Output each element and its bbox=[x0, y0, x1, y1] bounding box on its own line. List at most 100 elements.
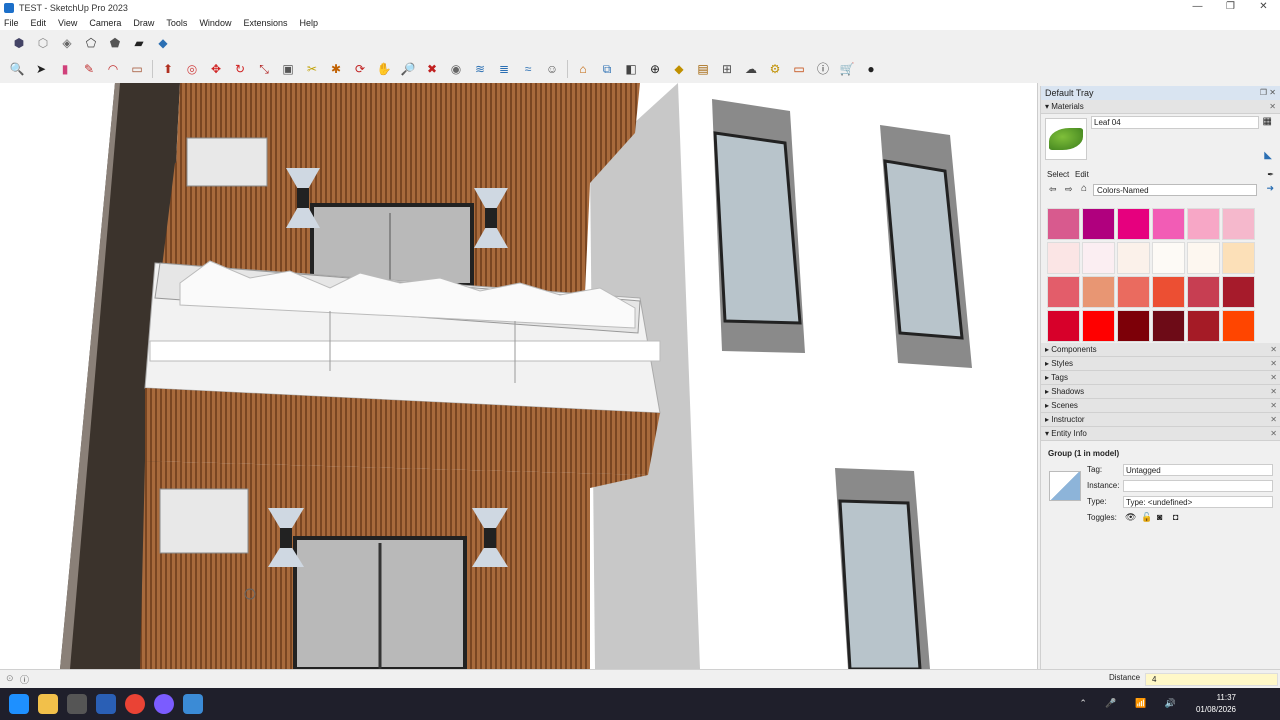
look-around-icon[interactable]: ≈ bbox=[519, 60, 537, 78]
left-view-icon[interactable]: ◆ bbox=[154, 34, 172, 52]
cast-shadow-toggle-icon[interactable]: ◙ bbox=[1157, 512, 1162, 522]
visibility-toggle-icon[interactable]: 👁 bbox=[1125, 512, 1136, 523]
app-icon[interactable] bbox=[67, 694, 87, 714]
tag-dropdown[interactable]: Untagged bbox=[1123, 464, 1273, 476]
right-view-icon[interactable]: ⬟ bbox=[106, 34, 124, 52]
create-material-icon[interactable]: ▦ bbox=[1263, 116, 1272, 127]
panel-shadows[interactable]: ▸ Shadows ✕ bbox=[1041, 385, 1280, 399]
material-swatch[interactable] bbox=[1222, 276, 1255, 308]
minimize-button[interactable]: — bbox=[1181, 0, 1214, 15]
material-swatch[interactable] bbox=[1187, 310, 1220, 342]
sandbox-icon[interactable]: ⊕ bbox=[646, 60, 664, 78]
material-swatch[interactable] bbox=[1222, 310, 1255, 342]
measurement-box[interactable]: 4 bbox=[1145, 673, 1278, 686]
menu-view[interactable]: View bbox=[58, 18, 77, 28]
panel-tags[interactable]: ▸ Tags ✕ bbox=[1041, 371, 1280, 385]
type-dropdown[interactable]: Type: <undefined> bbox=[1123, 496, 1273, 508]
panel-styles[interactable]: ▸ Styles ✕ bbox=[1041, 357, 1280, 371]
messenger-icon[interactable] bbox=[154, 694, 174, 714]
eraser-icon[interactable]: ▮ bbox=[56, 60, 74, 78]
material-swatch[interactable] bbox=[1082, 208, 1115, 240]
collection-dropdown[interactable]: Colors-Named bbox=[1093, 184, 1257, 196]
material-swatch[interactable] bbox=[1117, 310, 1150, 342]
account-icon[interactable]: ● bbox=[862, 60, 880, 78]
material-swatch[interactable] bbox=[1117, 276, 1150, 308]
material-name-field[interactable]: Leaf 04 bbox=[1091, 116, 1259, 129]
model-viewport[interactable] bbox=[0, 83, 1038, 669]
material-swatch[interactable] bbox=[1117, 208, 1150, 240]
section-plane-icon[interactable]: ✖ bbox=[423, 60, 441, 78]
extension-icon[interactable]: ⧉ bbox=[598, 60, 616, 78]
offset-icon[interactable]: ◎ bbox=[183, 60, 201, 78]
pencil-icon[interactable]: ✎ bbox=[80, 60, 98, 78]
forward-arrow-icon[interactable]: ⇨ bbox=[1065, 184, 1073, 195]
follow-me-icon[interactable]: ▣ bbox=[279, 60, 297, 78]
components-icon[interactable]: ☺ bbox=[543, 60, 561, 78]
menu-help[interactable]: Help bbox=[299, 18, 318, 28]
menu-extensions[interactable]: Extensions bbox=[243, 18, 287, 28]
zoom-icon[interactable]: 🔍 bbox=[8, 60, 26, 78]
rectangle-icon[interactable]: ▭ bbox=[128, 60, 146, 78]
material-swatch[interactable] bbox=[1152, 310, 1185, 342]
push-pull-icon[interactable]: ⬆ bbox=[159, 60, 177, 78]
cube-icon[interactable]: ⬢ bbox=[10, 34, 28, 52]
panel-entity-info-header[interactable]: ▾ Entity Info ✕ bbox=[1041, 427, 1280, 441]
menu-file[interactable]: File bbox=[4, 18, 19, 28]
warehouse-icon[interactable]: ⌂ bbox=[574, 60, 592, 78]
sketchup-active-icon[interactable] bbox=[183, 694, 203, 714]
material-swatch[interactable] bbox=[1047, 208, 1080, 240]
system-clock[interactable]: 11:37 01/08/2026 bbox=[1196, 692, 1236, 716]
walk-icon[interactable]: ≣ bbox=[495, 60, 513, 78]
geo-location-icon[interactable]: ⊙ bbox=[6, 673, 14, 684]
arc-icon[interactable]: ◠ bbox=[104, 60, 122, 78]
tab-edit[interactable]: Edit bbox=[1075, 170, 1089, 179]
cart-icon[interactable]: ⊞ bbox=[718, 60, 736, 78]
receive-shadow-toggle-icon[interactable]: ◘ bbox=[1173, 512, 1178, 522]
back-arrow-icon[interactable]: ⇦ bbox=[1049, 184, 1057, 195]
layout-icon[interactable]: ▭ bbox=[790, 60, 808, 78]
materials-panel-header[interactable]: ▾ Materials ✕ bbox=[1041, 100, 1280, 114]
close-button[interactable]: ✕ bbox=[1247, 0, 1280, 15]
zoom-extents-icon[interactable]: 🔎 bbox=[399, 60, 417, 78]
rotate-icon[interactable]: ↻ bbox=[231, 60, 249, 78]
solid-tools-icon[interactable]: ◧ bbox=[622, 60, 640, 78]
dynamic-icon[interactable]: ◆ bbox=[670, 60, 688, 78]
select-icon[interactable]: ➤ bbox=[32, 60, 50, 78]
file-explorer-icon[interactable] bbox=[38, 694, 58, 714]
scale-icon[interactable]: ⤡ bbox=[255, 60, 273, 78]
material-swatch[interactable] bbox=[1047, 276, 1080, 308]
info-status-icon[interactable]: ⓘ bbox=[20, 673, 29, 686]
menu-camera[interactable]: Camera bbox=[89, 18, 121, 28]
user-icon[interactable]: ☁ bbox=[742, 60, 760, 78]
axes-icon[interactable]: ◉ bbox=[447, 60, 465, 78]
sketchup-taskbar-icon[interactable] bbox=[96, 694, 116, 714]
material-swatch[interactable] bbox=[1082, 242, 1115, 274]
cart-store-icon[interactable]: 🛒 bbox=[838, 60, 856, 78]
tab-select[interactable]: Select bbox=[1047, 170, 1069, 179]
material-swatch[interactable] bbox=[1047, 310, 1080, 342]
position-camera-icon[interactable]: ≋ bbox=[471, 60, 489, 78]
orbit-icon[interactable]: ⟳ bbox=[351, 60, 369, 78]
material-swatch[interactable] bbox=[1152, 276, 1185, 308]
menu-edit[interactable]: Edit bbox=[31, 18, 47, 28]
instance-field[interactable] bbox=[1123, 480, 1273, 492]
panel-instructor[interactable]: ▸ Instructor ✕ bbox=[1041, 413, 1280, 427]
iso-view-icon[interactable]: ⬡ bbox=[34, 34, 52, 52]
windows-start-icon[interactable] bbox=[9, 694, 29, 714]
settings-icon[interactable]: ⚙ bbox=[766, 60, 784, 78]
material-swatch[interactable] bbox=[1222, 242, 1255, 274]
chrome-icon[interactable] bbox=[125, 694, 145, 714]
system-tray-icons[interactable]: ⌃ 🎤 📶 🔊 bbox=[1079, 698, 1184, 709]
tape-measure-icon[interactable]: ✂ bbox=[303, 60, 321, 78]
back-view-icon[interactable]: ▰ bbox=[130, 34, 148, 52]
eyedropper-icon[interactable]: ✒ bbox=[1267, 170, 1274, 179]
profile-icon[interactable]: ▤ bbox=[694, 60, 712, 78]
panel-components[interactable]: ▸ Components ✕ bbox=[1041, 343, 1280, 357]
panel-scenes[interactable]: ▸ Scenes ✕ bbox=[1041, 399, 1280, 413]
menu-tools[interactable]: Tools bbox=[166, 18, 187, 28]
material-swatch[interactable] bbox=[1187, 276, 1220, 308]
menu-window[interactable]: Window bbox=[199, 18, 231, 28]
material-swatch[interactable] bbox=[1152, 242, 1185, 274]
material-swatch[interactable] bbox=[1047, 242, 1080, 274]
tray-controls[interactable]: ❐ ✕ bbox=[1260, 86, 1276, 100]
